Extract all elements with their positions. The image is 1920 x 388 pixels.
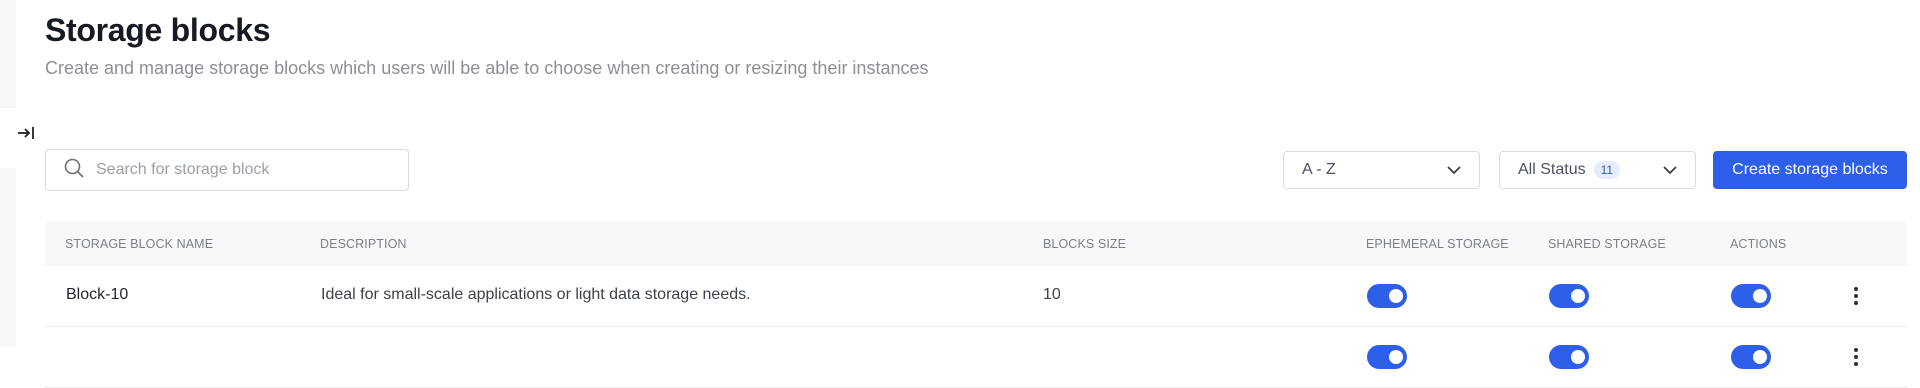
row-description: Ideal for small-scale applications or li…	[321, 286, 751, 303]
col-blocks-size[interactable]: BLOCKS SIZE	[1043, 237, 1126, 251]
collapse-sidebar-icon[interactable]	[16, 124, 38, 142]
search-input[interactable]	[94, 160, 398, 180]
action-toggle[interactable]	[1731, 284, 1771, 308]
ephemeral-storage-toggle[interactable]	[1367, 345, 1407, 369]
kebab-menu-icon[interactable]	[1850, 345, 1862, 369]
search-box[interactable]	[45, 149, 409, 191]
shared-storage-toggle[interactable]	[1549, 345, 1589, 369]
chevron-down-icon	[1663, 165, 1677, 175]
toggle-knob	[1389, 350, 1403, 364]
chevron-down-icon	[1447, 165, 1461, 175]
action-toggle[interactable]	[1731, 345, 1771, 369]
shared-storage-toggle[interactable]	[1549, 284, 1589, 308]
col-shared-storage[interactable]: SHARED STORAGE	[1548, 237, 1666, 251]
status-count-badge: 11	[1593, 161, 1621, 179]
status-dropdown-value: All Status	[1518, 161, 1586, 178]
sort-dropdown-value: A - Z	[1302, 161, 1336, 178]
toggle-knob	[1571, 289, 1585, 303]
page-title: Storage blocks	[45, 12, 271, 48]
row-blocks-size: 10	[1043, 286, 1061, 303]
col-storage-block-name[interactable]: STORAGE BLOCK NAME	[65, 237, 213, 251]
ephemeral-storage-toggle[interactable]	[1367, 284, 1407, 308]
table-row: Block-10 Ideal for small-scale applicati…	[45, 266, 1907, 327]
kebab-menu-icon[interactable]	[1850, 284, 1862, 308]
page-subtitle: Create and manage storage blocks which u…	[45, 58, 929, 78]
toggle-knob	[1571, 350, 1585, 364]
table-header: STORAGE BLOCK NAME DESCRIPTION BLOCKS SI…	[45, 221, 1907, 266]
toggle-knob	[1753, 350, 1767, 364]
left-rail	[0, 0, 16, 347]
status-dropdown[interactable]: All Status 11	[1499, 151, 1696, 189]
col-ephemeral-storage[interactable]: EPHEMERAL STORAGE	[1366, 237, 1509, 251]
sort-dropdown[interactable]: A - Z	[1283, 151, 1480, 189]
create-storage-blocks-button[interactable]: Create storage blocks	[1713, 151, 1907, 189]
col-actions: ACTIONS	[1730, 237, 1787, 251]
row-name[interactable]: Block-10	[66, 286, 128, 304]
col-description[interactable]: DESCRIPTION	[320, 237, 407, 251]
toggle-knob	[1753, 289, 1767, 303]
search-icon	[64, 158, 84, 183]
table-row	[45, 327, 1907, 388]
toggle-knob	[1389, 289, 1403, 303]
